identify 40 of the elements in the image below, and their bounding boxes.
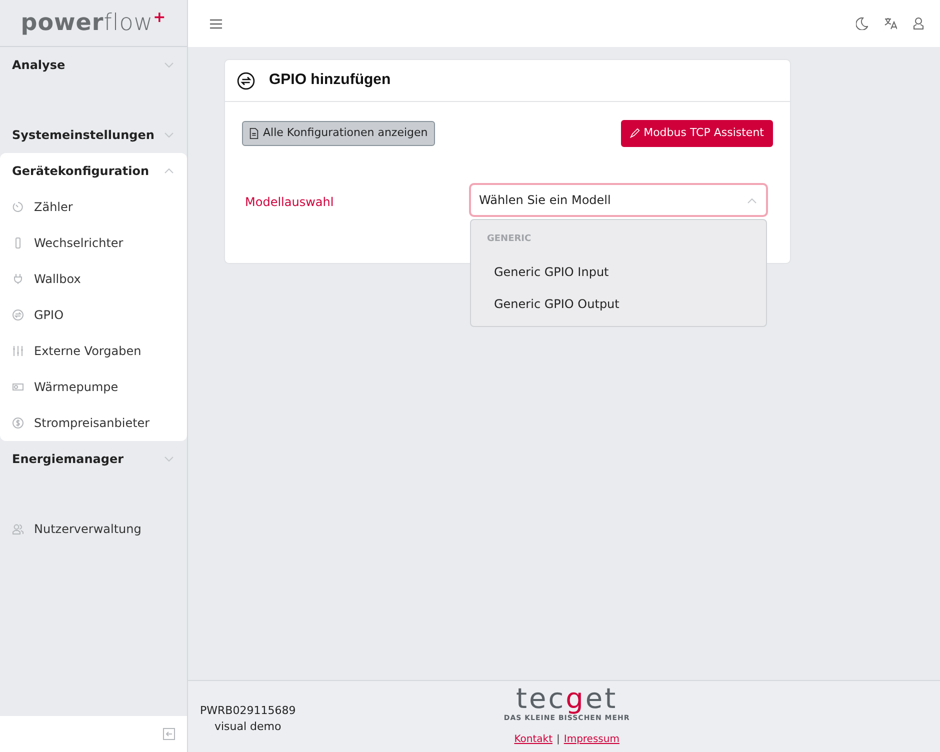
dropdown-option[interactable]: Generic GPIO Output — [471, 288, 766, 320]
mode-label: visual demo — [213, 719, 282, 735]
dropdown-option[interactable]: Generic GPIO Input — [471, 256, 766, 288]
sidebar-item[interactable]: Zähler — [0, 189, 187, 225]
serial-number: PWRB029115689 — [200, 703, 296, 719]
gauge-icon — [12, 201, 24, 213]
heat-pump-icon — [12, 381, 24, 393]
brand-logo: powerflow$^{+}$ — [20, 7, 166, 38]
document-icon — [249, 128, 259, 139]
model-select[interactable]: Wählen Sie ein Modell — [469, 182, 768, 216]
sidebar-item[interactable]: Wallbox — [0, 261, 187, 297]
card-title: GPIO hinzufügen — [269, 70, 391, 90]
sidebar-section[interactable]: Gerätekonfiguration — [0, 153, 187, 189]
translate-icon[interactable] — [884, 17, 897, 30]
sidebar-item[interactable]: Wärmepumpe — [0, 369, 187, 405]
footer-link[interactable]: Impressum — [564, 732, 620, 746]
sliders-icon — [12, 345, 24, 357]
sidebar-item[interactable]: Nutzerverwaltung — [0, 511, 187, 547]
arrows-circle-icon — [237, 72, 255, 90]
moon-icon[interactable] — [856, 17, 868, 30]
sidebar-item[interactable]: GPIO — [0, 297, 187, 333]
assistant-button[interactable]: Modbus TCP Assistent — [620, 120, 773, 146]
users-icon — [12, 523, 24, 535]
option-group-label: GENERIC — [486, 232, 532, 246]
field-label: Modellauswahl — [244, 194, 335, 210]
link-separator: | — [556, 732, 560, 746]
coin-icon — [12, 417, 24, 429]
plug-icon — [12, 273, 24, 285]
pencil-icon — [630, 128, 640, 138]
menu-icon[interactable] — [210, 18, 222, 28]
footer-link[interactable]: Kontakt — [514, 732, 552, 746]
sidebar-item[interactable]: Wechselrichter — [0, 225, 187, 261]
sidebar-item[interactable]: Strompreisanbieter — [0, 405, 187, 441]
sidebar-section[interactable]: Systemeinstellungen — [0, 117, 187, 153]
arrows-circle-icon — [12, 309, 24, 321]
sidebar-section[interactable]: Analyse — [0, 47, 187, 83]
list-button[interactable]: Alle Konfigurationen anzeigen — [242, 121, 435, 146]
user-icon[interactable] — [913, 17, 924, 30]
sidebar-section[interactable]: Energiemanager — [0, 441, 187, 477]
sidebar-item[interactable]: Externe Vorgaben — [0, 333, 187, 369]
